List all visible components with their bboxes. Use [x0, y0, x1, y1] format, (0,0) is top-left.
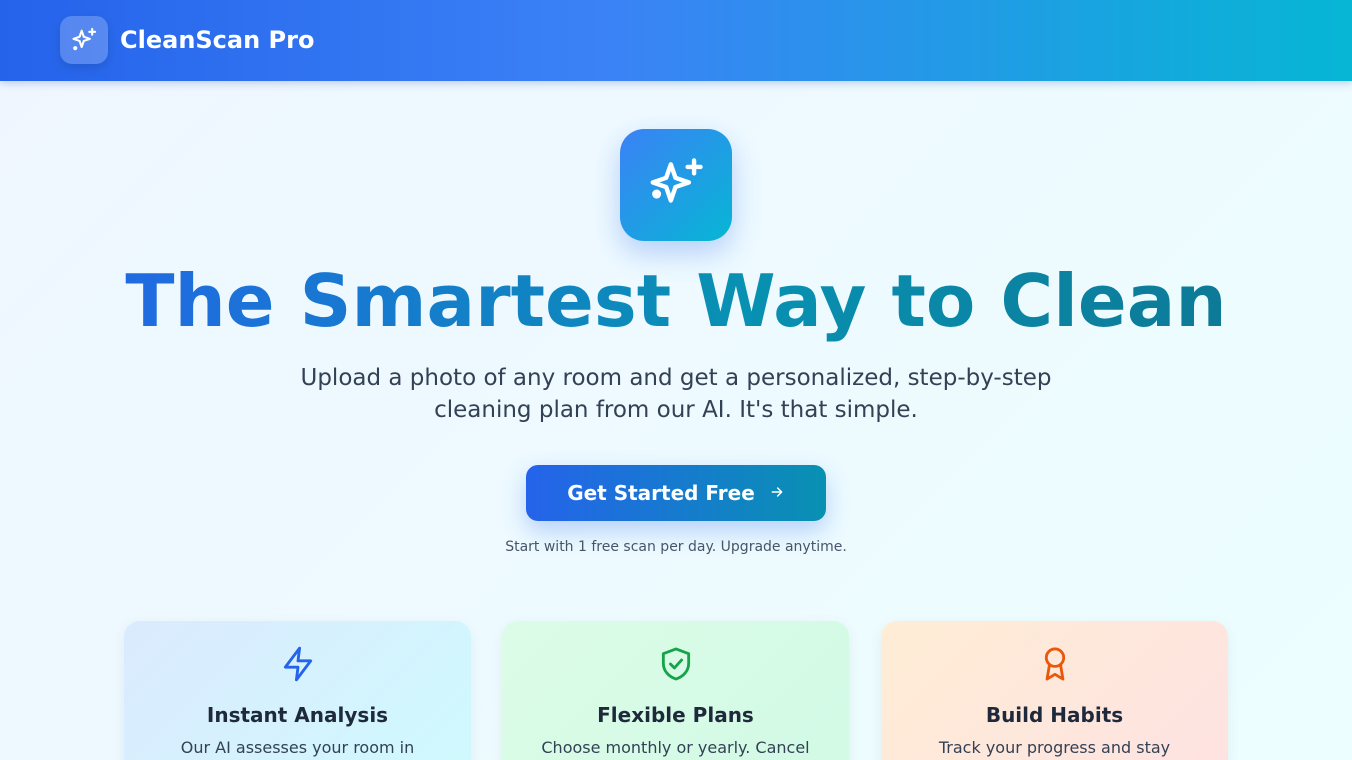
feature-card-build-habits: Build Habits Track your progress and sta… — [881, 621, 1228, 760]
feature-card-instant-analysis: Instant Analysis Our AI assesses your ro… — [124, 621, 471, 760]
lightning-icon — [279, 645, 317, 683]
feature-title: Instant Analysis — [206, 703, 389, 727]
hero-title: The Smartest Way to Clean — [0, 258, 1352, 344]
award-icon — [1036, 645, 1074, 683]
shield-check-icon — [657, 645, 695, 683]
brand-name[interactable]: CleanScan Pro — [120, 24, 314, 56]
feature-text: Track your progress and stay — [938, 738, 1171, 757]
feature-card-flexible-plans: Flexible Plans Choose monthly or yearly.… — [502, 621, 849, 760]
get-started-button[interactable]: Get Started Free — [526, 465, 826, 521]
feature-title: Flexible Plans — [597, 703, 754, 727]
arrow-right-icon — [769, 481, 785, 505]
feature-title: Build Habits — [985, 703, 1124, 727]
feature-text: Our AI assesses your room in — [180, 738, 415, 757]
cta-label: Get Started Free — [567, 481, 755, 505]
sparkles-icon — [620, 129, 732, 241]
cta-note: Start with 1 free scan per day. Upgrade … — [505, 539, 847, 555]
feature-text: Choose monthly or yearly. Cancel — [541, 738, 810, 757]
hero-subtitle: Upload a photo of any room and get a per… — [300, 365, 1052, 423]
sparkles-icon[interactable] — [60, 16, 108, 64]
top-navbar: CleanScan Pro — [0, 0, 1352, 81]
